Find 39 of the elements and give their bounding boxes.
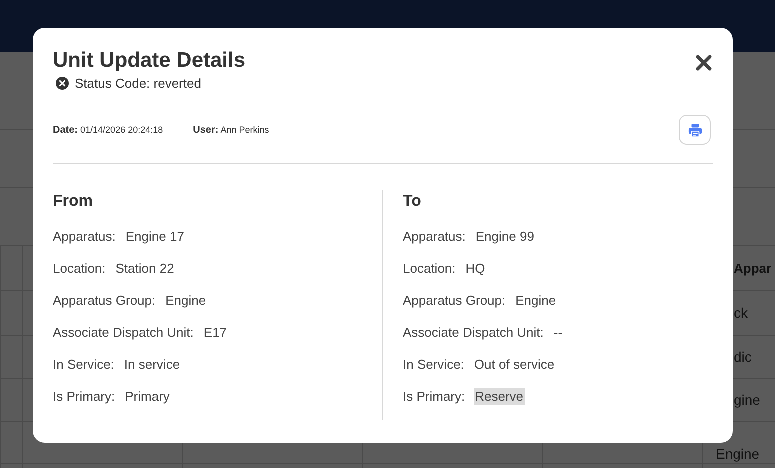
- field-value: Engine 99: [474, 228, 536, 244]
- field-label: Associate Dispatch Unit:: [403, 324, 544, 340]
- field-value: HQ: [464, 260, 486, 276]
- field-value: Engine: [164, 292, 208, 308]
- table-cell: ck: [734, 305, 748, 321]
- field-value: --: [552, 324, 564, 340]
- status-text: Status Code: reverted: [75, 76, 202, 91]
- field-label: Is Primary:: [53, 388, 116, 404]
- field-label: In Service:: [53, 356, 114, 372]
- field-label: Apparatus:: [403, 228, 466, 244]
- printer-icon: [688, 122, 702, 138]
- meta-text: User: Ann Perkins: [193, 124, 270, 136]
- field-value: In service: [123, 356, 182, 372]
- field-value: Station 22: [114, 260, 176, 276]
- dialog-title: Unit Update Details: [53, 48, 246, 74]
- close-circle-icon: [56, 77, 69, 90]
- field-label: Apparatus Group:: [53, 292, 156, 308]
- column-header: Appar: [734, 260, 772, 276]
- table-cell: gine: [734, 392, 760, 408]
- field-label: In Service:: [403, 356, 464, 372]
- column-heading: To: [403, 192, 422, 212]
- field-value: Engine 17: [124, 228, 186, 244]
- print-button[interactable]: [679, 115, 711, 145]
- field-label: Apparatus:: [53, 228, 116, 244]
- field-label: Location:: [53, 260, 106, 276]
- field-value: E17: [202, 324, 228, 340]
- field-value: Engine: [514, 292, 558, 308]
- field-label: Associate Dispatch Unit:: [53, 324, 194, 340]
- field-value: Out of service: [473, 356, 556, 372]
- meta-text: Date: 01/14/2026 20:24:18: [53, 124, 164, 136]
- table-cell: Engine: [716, 446, 760, 462]
- close-button[interactable]: [695, 54, 713, 72]
- field-value: Primary: [124, 388, 171, 404]
- field-label: Location:: [403, 260, 456, 276]
- table-cell: dic: [734, 349, 752, 365]
- field-label: Is Primary:: [403, 388, 466, 404]
- column-heading: From: [53, 192, 94, 212]
- field-value: Reserve: [474, 388, 525, 404]
- field-label: Apparatus Group:: [403, 292, 506, 308]
